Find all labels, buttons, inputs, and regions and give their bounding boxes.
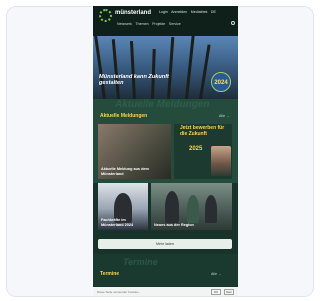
nav-item-network[interactable]: Netzwerk bbox=[117, 22, 132, 26]
hero-pole bbox=[199, 44, 211, 99]
hero-pole bbox=[93, 36, 106, 99]
top-link-login[interactable]: Login bbox=[159, 10, 168, 14]
top-links: Login Anmelden Mediathek DE bbox=[159, 10, 218, 14]
news-tile[interactable]: Aktuelle Meldung aus dem Münsterland bbox=[98, 124, 171, 179]
hero-pole bbox=[185, 36, 195, 99]
news-tile-caption: Fachkräfte im Münsterland 2024 bbox=[101, 218, 134, 227]
nav-item-service[interactable]: Service bbox=[169, 22, 181, 26]
news-tile[interactable]: Neues aus der Region bbox=[151, 183, 232, 230]
events-section bbox=[93, 254, 238, 286]
load-more-button[interactable]: Mehr laden bbox=[98, 239, 232, 249]
search-icon[interactable] bbox=[231, 21, 235, 25]
promo-subtitle: 2025 bbox=[189, 146, 203, 152]
language-switch[interactable]: DE bbox=[211, 10, 216, 14]
hero-title: Münsterland kann Zukunft gestalten bbox=[99, 74, 169, 86]
news-section-label: Aktuelle Meldungen bbox=[100, 113, 148, 119]
top-link-media[interactable]: Mediathek bbox=[191, 10, 208, 14]
news-ghost-heading: Aktuelle Meldungen bbox=[115, 99, 210, 110]
main-navigation: Netzwerk Themen Projekte Service bbox=[117, 22, 183, 26]
hero-pole bbox=[111, 39, 120, 99]
nav-item-topics[interactable]: Themen bbox=[135, 22, 148, 26]
logo-icon[interactable] bbox=[99, 9, 112, 22]
promo-title: Jetzt bewerben für die Zukunft bbox=[180, 125, 225, 137]
top-navigation: münsterland Login Anmelden Mediathek DE … bbox=[93, 6, 238, 36]
cookie-banner: Diese Seite verwendet Cookies. OK Nein bbox=[93, 287, 238, 296]
news-tile-caption: Aktuelle Meldung aus dem Münsterland bbox=[101, 167, 149, 176]
events-ghost-heading: Termine bbox=[123, 257, 158, 267]
person-photo bbox=[187, 195, 199, 223]
person-photo bbox=[165, 191, 179, 223]
cookie-decline-button[interactable]: Nein bbox=[224, 289, 234, 295]
news-tile-caption: Neues aus der Region bbox=[154, 222, 194, 227]
brand-name[interactable]: münsterland bbox=[115, 10, 151, 16]
hero-banner: Münsterland kann Zukunft gestalten 2024 bbox=[93, 36, 238, 99]
cookie-text: Diese Seite verwendet Cookies. bbox=[97, 290, 140, 294]
news-all-link[interactable]: Alle → bbox=[219, 114, 230, 118]
promo-photo bbox=[211, 146, 231, 176]
nav-item-projects[interactable]: Projekte bbox=[152, 22, 165, 26]
top-link-register[interactable]: Anmelden bbox=[171, 10, 187, 14]
hero-pole bbox=[167, 37, 175, 99]
cookie-accept-button[interactable]: OK bbox=[211, 289, 221, 295]
person-photo bbox=[205, 195, 217, 223]
news-tile[interactable]: Fachkräfte im Münsterland 2024 bbox=[98, 183, 148, 230]
hero-pole bbox=[129, 41, 136, 99]
events-all-link[interactable]: Alle → bbox=[211, 272, 222, 276]
mobile-page-preview: münsterland Login Anmelden Mediathek DE … bbox=[93, 6, 238, 296]
year-badge[interactable]: 2024 bbox=[211, 72, 231, 92]
events-section-label: Termine bbox=[100, 271, 120, 277]
